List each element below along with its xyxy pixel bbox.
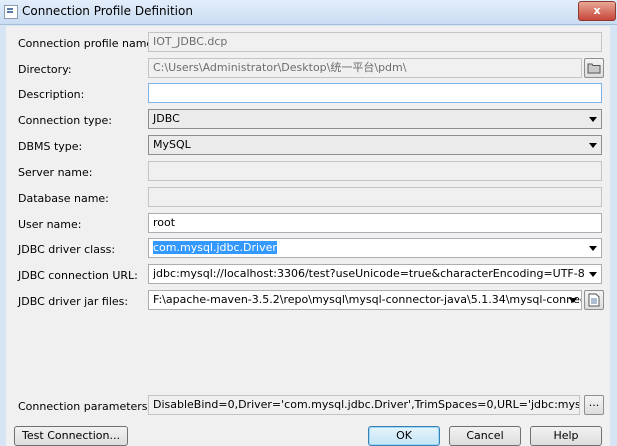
close-icon: x (593, 4, 601, 17)
chevron-down-icon (569, 298, 577, 303)
browse-directory-button[interactable] (584, 58, 604, 78)
jar-files-value: F:\apache-maven-3.5.2\repo\mysql\mysql-c… (153, 293, 582, 306)
chevron-down-icon (589, 117, 597, 122)
connection-type-value: JDBC (153, 112, 180, 125)
chevron-down-icon (589, 246, 597, 251)
connection-params-field[interactable]: DisableBind=0,Driver='com.mysql.jdbc.Dri… (148, 395, 580, 415)
directory-field[interactable]: C:\Users\Administrator\Desktop\统一平台\pdm\ (148, 58, 582, 78)
directory-label: Directory: (18, 63, 72, 76)
edit-jar-files-button[interactable] (584, 290, 604, 310)
description-label: Description: (18, 88, 85, 101)
driver-class-combo[interactable]: com.mysql.jdbc.Driver (148, 238, 602, 258)
profile-name-label: Connection profile name: (18, 37, 157, 50)
connection-type-label: Connection type: (18, 114, 113, 127)
connection-url-combo[interactable]: jdbc:mysql://localhost:3306/test?useUnic… (148, 264, 602, 284)
help-button[interactable]: Help (530, 426, 602, 446)
connection-type-select[interactable]: JDBC (148, 109, 602, 129)
dialog-body: Connection profile name: IOT_JDBC.dcp Di… (6, 26, 610, 446)
close-button[interactable]: x (578, 1, 616, 21)
dbms-type-label: DBMS type: (18, 140, 83, 153)
server-name-label: Server name: (18, 166, 93, 179)
dbms-type-value: MySQL (153, 138, 191, 151)
user-name-field[interactable]: root (148, 213, 602, 233)
driver-class-value: com.mysql.jdbc.Driver (153, 241, 277, 254)
connection-params-label: Connection parameters: (18, 400, 152, 413)
chevron-down-icon (589, 272, 597, 277)
dbms-type-select[interactable]: MySQL (148, 135, 602, 155)
folder-icon (587, 63, 601, 74)
title-bar[interactable]: Connection Profile Definition x (0, 0, 617, 25)
jar-files-combo[interactable]: F:\apache-maven-3.5.2\repo\mysql\mysql-c… (148, 290, 582, 310)
database-name-label: Database name: (18, 192, 109, 205)
app-icon (4, 5, 18, 19)
server-name-field[interactable] (148, 161, 602, 181)
window-title: Connection Profile Definition (22, 4, 193, 18)
description-field[interactable] (148, 83, 602, 103)
connection-url-value: jdbc:mysql://localhost:3306/test?useUnic… (153, 267, 585, 280)
jar-files-label: JDBC driver jar files: (18, 295, 129, 308)
document-icon (588, 293, 600, 307)
ok-button[interactable]: OK (368, 426, 440, 446)
cancel-button[interactable]: Cancel (449, 426, 521, 446)
database-name-field[interactable] (148, 187, 602, 207)
user-name-label: User name: (18, 218, 82, 231)
driver-class-label: JDBC driver class: (18, 243, 116, 256)
profile-name-field[interactable]: IOT_JDBC.dcp (148, 32, 602, 52)
chevron-down-icon (589, 143, 597, 148)
connection-url-label: JDBC connection URL: (18, 269, 138, 282)
edit-params-button[interactable]: ... (584, 395, 604, 415)
test-connection-button[interactable]: Test Connection... (14, 426, 128, 446)
